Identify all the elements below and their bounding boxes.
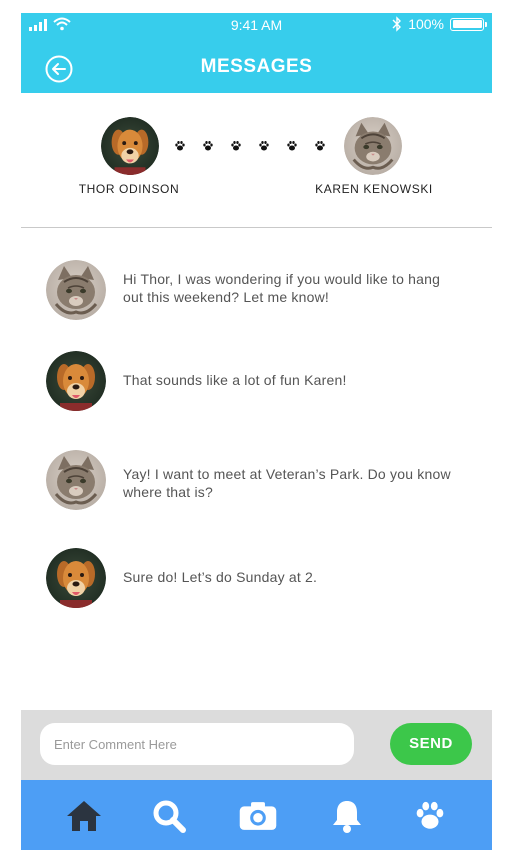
participant-name-thor: THOR ODINSON	[78, 182, 180, 196]
comment-input[interactable]	[40, 723, 354, 765]
phone-screen: 9:41 AM 100% MESSAGES THOR ODINSON KAREN…	[21, 13, 492, 850]
send-button[interactable]: SEND	[390, 723, 472, 765]
cat-avatar[interactable]	[46, 450, 106, 510]
camera-icon[interactable]	[238, 796, 278, 836]
status-bar: 9:41 AM 100%	[21, 13, 492, 37]
header-bar: 9:41 AM 100% MESSAGES	[21, 13, 492, 93]
bluetooth-icon	[392, 16, 402, 32]
karen-avatar[interactable]	[344, 117, 402, 175]
page-title: MESSAGES	[200, 56, 313, 77]
message-text: Sure do! Let’s do Sunday at 2.	[123, 569, 318, 585]
dog-avatar[interactable]	[46, 548, 106, 608]
cat-avatar[interactable]	[46, 260, 106, 320]
comment-bar: SEND	[21, 710, 492, 780]
message-text: Yay! I want to meet at Veteran’s Park. D…	[123, 466, 451, 500]
bottom-nav	[21, 780, 492, 850]
bell-icon[interactable]	[327, 796, 367, 836]
paw-icon	[230, 140, 242, 152]
search-icon[interactable]	[149, 796, 189, 836]
battery-icon	[450, 17, 487, 31]
status-right: 100%	[392, 16, 487, 32]
battery-percent: 100%	[408, 16, 444, 32]
paw-connector	[174, 140, 326, 152]
participant-name-karen: KAREN KENOWSKI	[315, 182, 433, 196]
paw-nav-icon[interactable]	[410, 796, 450, 836]
divider	[21, 227, 492, 228]
battery-fill	[452, 20, 482, 28]
dog-avatar[interactable]	[46, 351, 106, 411]
message-text: Hi Thor, I was wondering if you would li…	[123, 271, 441, 305]
thor-avatar[interactable]	[101, 117, 159, 175]
message-text: That sounds like a lot of fun Karen!	[123, 372, 347, 388]
paw-icon	[202, 140, 214, 152]
paw-icon	[314, 140, 326, 152]
paw-icon	[258, 140, 270, 152]
paw-icon	[174, 140, 186, 152]
home-icon[interactable]	[64, 796, 104, 836]
paw-icon	[286, 140, 298, 152]
